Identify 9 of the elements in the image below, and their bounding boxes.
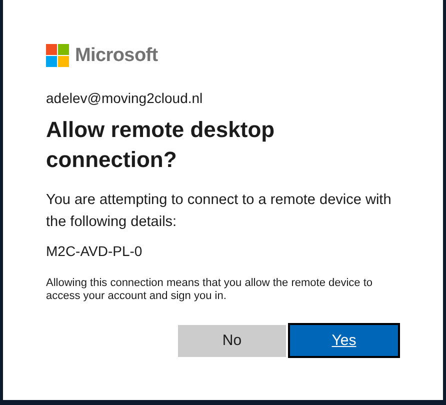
logo-icon — [46, 44, 69, 67]
account-email: adelev@moving2cloud.nl — [46, 90, 204, 106]
dialog-title: Allow remote desktop connection? — [46, 116, 276, 174]
notice-text: Allowing this connection means that you allow the remote device to access your account and sign you in. — [46, 277, 374, 303]
description-text: You are attempting to connect to a remote device with the following details: — [46, 191, 392, 232]
decline-button[interactable]: No — [178, 324, 286, 356]
device-name: M2C-AVD-PL-0 — [46, 243, 144, 259]
confirm-button[interactable]: Yes — [288, 323, 400, 358]
logo-text: Microsoft — [75, 44, 158, 66]
